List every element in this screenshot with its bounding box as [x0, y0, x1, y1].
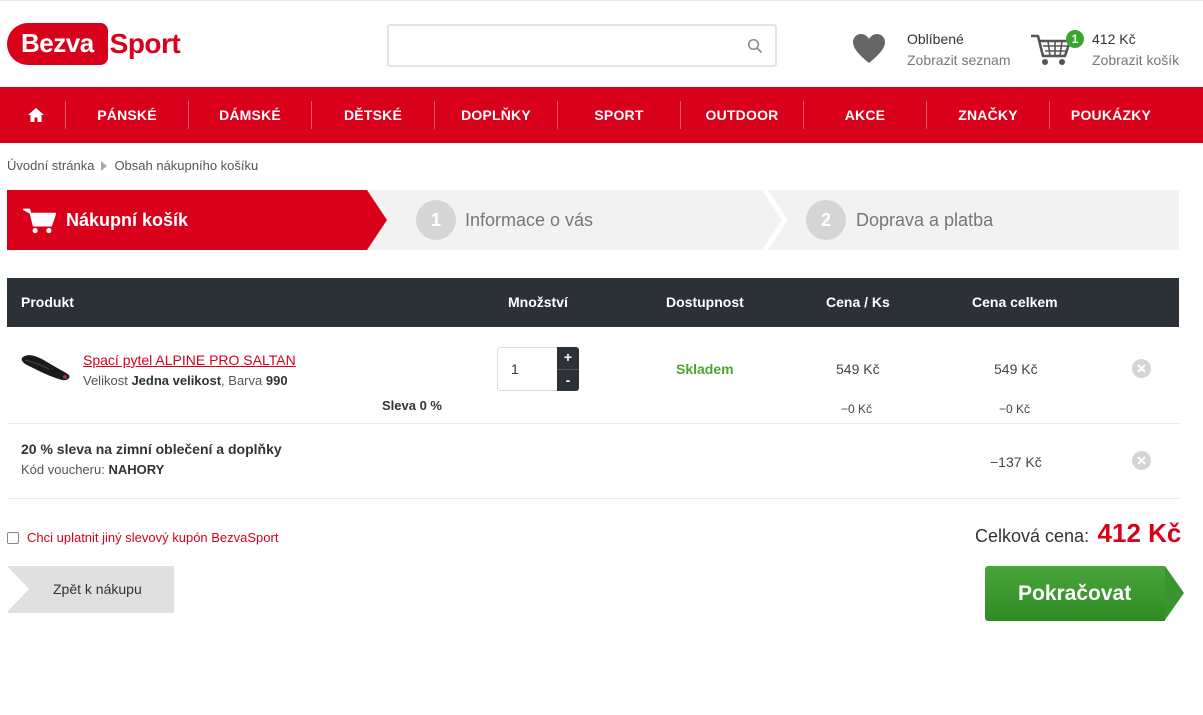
product-attributes: Velikost Jedna velikost, Barva 990	[83, 373, 288, 388]
unit-discount: −0 Kč	[841, 402, 873, 416]
cart-table-header: Produkt Množství Dostupnost Cena / Ks Ce…	[7, 278, 1179, 327]
size-label: Velikost	[83, 373, 128, 388]
remove-item-button[interactable]	[1132, 359, 1151, 378]
back-to-shop-button[interactable]: Zpět k nákupu	[7, 566, 174, 613]
product-name-link[interactable]: Spací pytel ALPINE PRO SALTAN	[83, 352, 296, 368]
continue-button[interactable]: Pokračovat	[985, 566, 1203, 621]
continue-button-label: Pokračovat	[1018, 582, 1132, 605]
checkout-steps: Nákupní košík 1 Informace o vás 2 Doprav…	[7, 190, 1179, 250]
col-total-price: Cena celkem	[972, 294, 1058, 310]
total-price: 549 Kč	[994, 361, 1038, 377]
search-input[interactable]	[389, 26, 729, 65]
continue-arrow-icon	[1165, 566, 1184, 620]
logo-sport: Sport	[109, 28, 181, 59]
voucher-code-label: Kód voucheru:	[21, 462, 105, 477]
nav-item-panske[interactable]: PÁNSKÉ	[66, 107, 188, 123]
main-nav: PÁNSKÉ DÁMSKÉ DĚTSKÉ DOPLŇKY SPORT OUTDO…	[0, 87, 1203, 143]
quantity-input[interactable]	[497, 347, 559, 391]
voucher-amount: −137 Kč	[990, 454, 1042, 470]
step-info-number: 1	[416, 200, 456, 240]
sleeping-bag-image[interactable]	[19, 347, 73, 387]
unit-price: 549 Kč	[836, 361, 880, 377]
col-unit-price: Cena / Ks	[826, 294, 890, 310]
favorites[interactable]: Oblíbené Zobrazit seznam	[852, 30, 1022, 70]
nav-item-znacky[interactable]: ZNAČKY	[927, 107, 1049, 123]
voucher-title: 20 % sleva na zimní oblečení a doplňky	[21, 441, 282, 457]
search-icon[interactable]	[747, 38, 763, 54]
cart-icon	[23, 208, 57, 234]
col-availability: Dostupnost	[666, 294, 744, 310]
order-total: Celková cena: 412 Kč	[975, 518, 1181, 549]
total-label: Celková cena:	[975, 526, 1090, 546]
nav-item-outdoor[interactable]: OUTDOOR	[681, 107, 803, 123]
col-quantity: Množství	[508, 294, 568, 310]
cart-link[interactable]: Zobrazit košík	[1092, 52, 1179, 68]
nav-home[interactable]	[7, 101, 65, 129]
nav-item-sport[interactable]: SPORT	[558, 107, 680, 123]
nav-item-doplnky[interactable]: DOPLŇKY	[435, 107, 557, 123]
col-product: Produkt	[21, 294, 74, 310]
total-value: 412 Kč	[1097, 518, 1182, 548]
cart[interactable]: 1 412 Kč Zobrazit košík	[1030, 30, 1200, 70]
coupon-option[interactable]: Chci uplatnit jiný slevový kupón BezvaSp…	[7, 530, 278, 545]
step-cart-label: Nákupní košík	[66, 210, 189, 230]
favorites-link[interactable]: Zobrazit seznam	[907, 52, 1010, 68]
nav-item-detske[interactable]: DĚTSKÉ	[312, 107, 434, 123]
close-icon	[1137, 456, 1146, 465]
coupon-label[interactable]: Chci uplatnit jiný slevový kupón BezvaSp…	[27, 530, 278, 545]
step-shipping-number: 2	[806, 200, 846, 240]
cart-price: 412 Kč	[1092, 31, 1136, 47]
size-value: Jedna velikost	[131, 373, 222, 388]
home-icon	[28, 108, 44, 122]
remove-voucher-button[interactable]	[1132, 451, 1151, 470]
breadcrumb-current: Obsah nákupního košíku	[114, 158, 259, 173]
back-button-label: Zpět k nákupu	[53, 581, 142, 597]
discount-label: Sleva 0 %	[382, 398, 442, 413]
color-label: Barva	[228, 373, 263, 388]
total-discount: −0 Kč	[999, 402, 1031, 416]
quantity-stepper: + -	[497, 347, 579, 391]
nav-item-damske[interactable]: DÁMSKÉ	[189, 107, 311, 123]
logo-bezva: Bezva	[7, 23, 108, 65]
voucher-code: Kód voucheru: NAHORY	[21, 462, 164, 477]
availability-status: Skladem	[676, 361, 734, 377]
color-value: 990	[265, 373, 288, 388]
breadcrumb-arrow-icon	[101, 160, 108, 171]
voucher-row: 20 % sleva na zimní oblečení a doplňky K…	[7, 424, 1179, 499]
quantity-minus-button[interactable]: -	[557, 369, 579, 391]
quantity-plus-button[interactable]: +	[557, 347, 579, 369]
cart-count-badge: 1	[1066, 30, 1084, 48]
coupon-checkbox[interactable]	[7, 531, 19, 544]
step-shipping-label: Doprava a platba	[856, 210, 994, 230]
table-row: Spací pytel ALPINE PRO SALTAN Velikost J…	[7, 327, 1179, 424]
heart-icon	[853, 34, 885, 63]
top-border	[0, 0, 1203, 5]
step-info-label: Informace o vás	[465, 210, 594, 230]
nav-item-akce[interactable]: AKCE	[804, 107, 926, 123]
breadcrumb-home[interactable]: Úvodní stránka	[7, 158, 94, 173]
close-icon	[1137, 364, 1146, 373]
back-arrow-icon	[7, 566, 29, 612]
breadcrumb: Úvodní stránka Obsah nákupního košíku	[7, 158, 258, 173]
search-box[interactable]	[387, 24, 777, 67]
voucher-code-value: NAHORY	[108, 462, 165, 477]
logo[interactable]: Bezva Sport	[7, 23, 181, 65]
nav-item-poukazky[interactable]: POUKÁZKY	[1050, 107, 1172, 123]
favorites-title: Oblíbené	[907, 31, 964, 47]
